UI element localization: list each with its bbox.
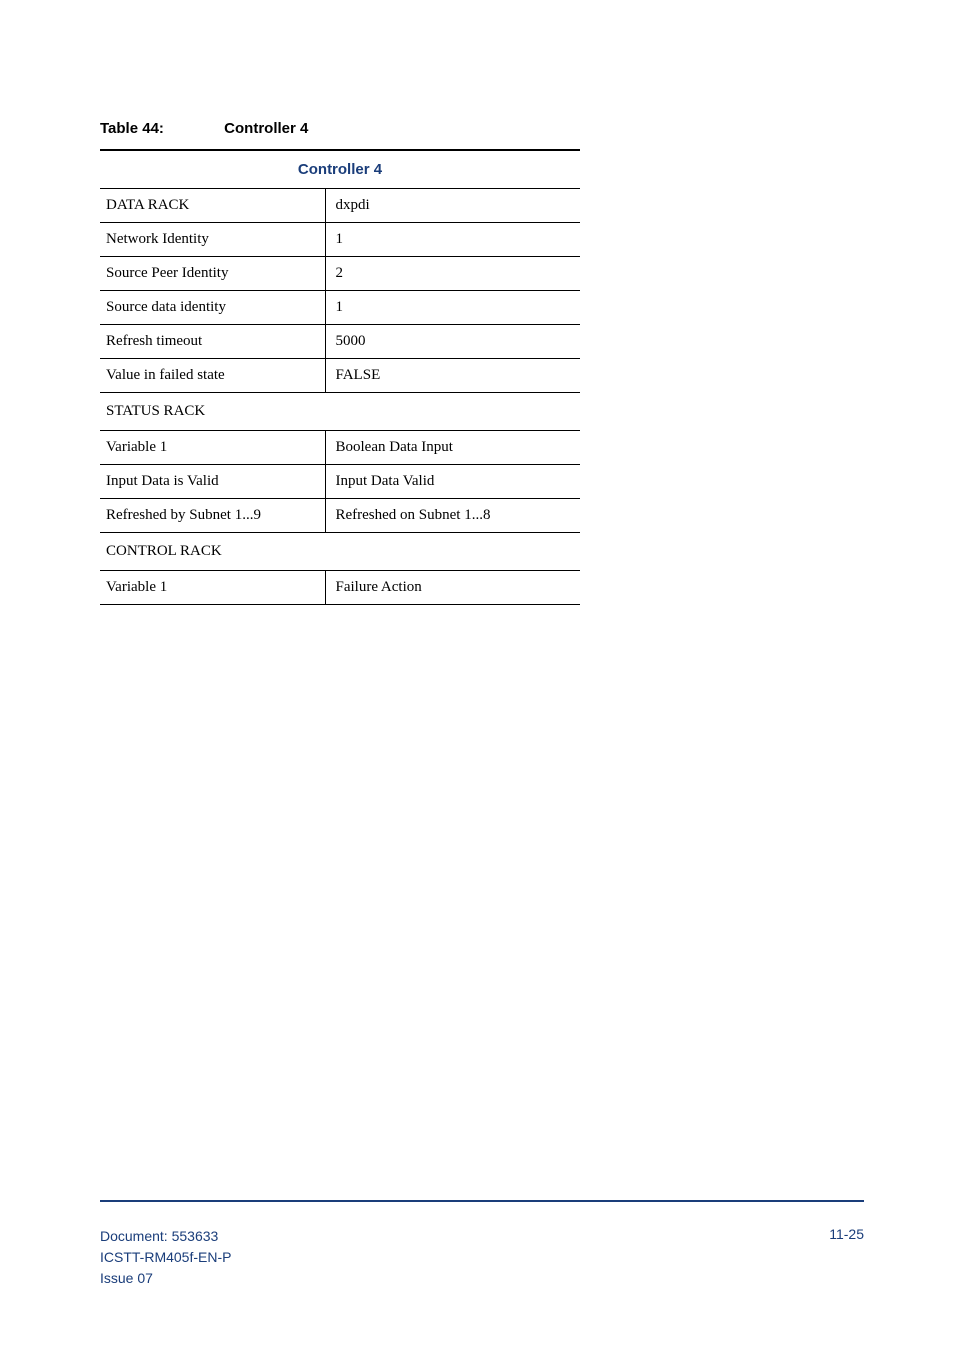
section-label: CONTROL RACK	[100, 533, 325, 571]
table-header: Controller 4	[100, 150, 580, 189]
row-label: Network Identity	[100, 223, 325, 257]
table-row: Source Peer Identity2	[100, 257, 580, 291]
caption-number: Table 44:	[100, 120, 220, 137]
footer-rule	[100, 1200, 864, 1202]
footer-left: Document: 553633 ICSTT-RM405f-EN-P Issue…	[100, 1226, 231, 1289]
caption-title: Controller 4	[224, 120, 308, 137]
row-value: Input Data Valid	[325, 465, 580, 499]
row-label: Value in failed state	[100, 359, 325, 393]
row-value: 1	[325, 291, 580, 325]
row-label: Variable 1	[100, 571, 325, 605]
page-footer: Document: 553633 ICSTT-RM405f-EN-P Issue…	[100, 1200, 864, 1289]
section-header: STATUS RACK	[100, 393, 580, 431]
row-label: Refresh timeout	[100, 325, 325, 359]
footer-issue: Issue 07	[100, 1268, 231, 1289]
table-row: Input Data is ValidInput Data Valid	[100, 465, 580, 499]
row-label: Refreshed by Subnet 1...9	[100, 499, 325, 533]
row-value: 2	[325, 257, 580, 291]
row-value: 5000	[325, 325, 580, 359]
table-row: Value in failed stateFALSE	[100, 359, 580, 393]
row-label: Variable 1	[100, 431, 325, 465]
footer-code: ICSTT-RM405f-EN-P	[100, 1247, 231, 1268]
table-row: Refresh timeout5000	[100, 325, 580, 359]
section-header: CONTROL RACK	[100, 533, 580, 571]
row-label: Source Peer Identity	[100, 257, 325, 291]
page-number: 11-25	[829, 1226, 864, 1289]
row-value: Refreshed on Subnet 1...8	[325, 499, 580, 533]
table-caption: Table 44: Controller 4	[100, 120, 864, 137]
table-row: Refreshed by Subnet 1...9Refreshed on Su…	[100, 499, 580, 533]
section-label: STATUS RACK	[100, 393, 325, 431]
table-row: Variable 1Failure Action	[100, 571, 580, 605]
table-row: DATA RACKdxpdi	[100, 189, 580, 223]
controller-table: Controller 4 DATA RACKdxpdi Network Iden…	[100, 149, 580, 605]
row-label: Input Data is Valid	[100, 465, 325, 499]
row-value: Boolean Data Input	[325, 431, 580, 465]
table-row: Source data identity1	[100, 291, 580, 325]
table-row: Variable 1Boolean Data Input	[100, 431, 580, 465]
row-value: dxpdi	[325, 189, 580, 223]
footer-doc: Document: 553633	[100, 1226, 231, 1247]
row-label: DATA RACK	[100, 189, 325, 223]
row-value: Failure Action	[325, 571, 580, 605]
row-value: 1	[325, 223, 580, 257]
row-label: Source data identity	[100, 291, 325, 325]
table-row: Network Identity1	[100, 223, 580, 257]
row-value: FALSE	[325, 359, 580, 393]
